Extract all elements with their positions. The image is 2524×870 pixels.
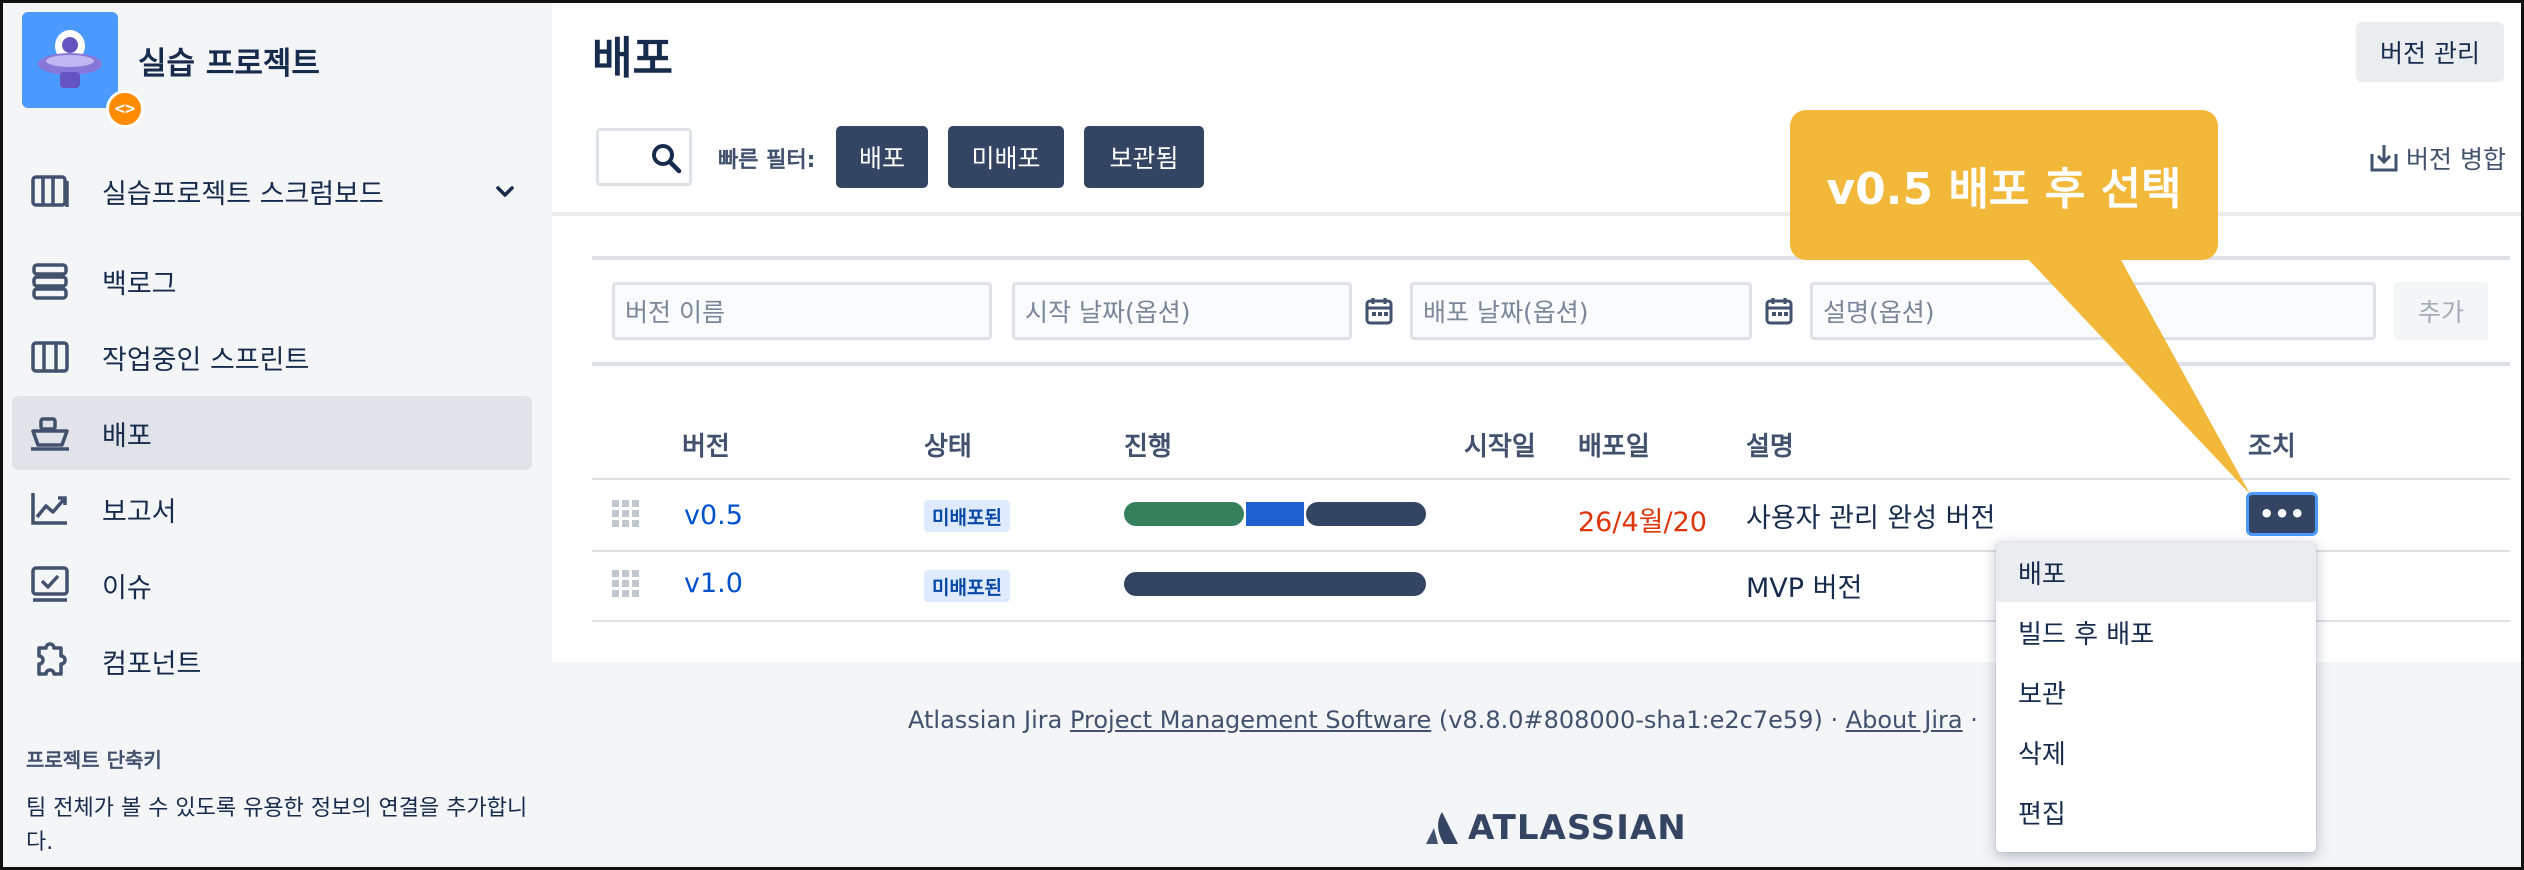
sidebar-item-label: 백로그 (102, 268, 177, 300)
progress-todo (1306, 502, 1426, 526)
search-icon (652, 144, 682, 174)
sidebar-item-issues[interactable]: 이슈 (12, 548, 532, 622)
footer-separator: · (1962, 706, 1978, 734)
page-title: 배포 (592, 33, 673, 84)
menu-item-archive[interactable]: 보관 (1996, 662, 2316, 722)
ufo-icon (38, 30, 102, 88)
calendar-icon[interactable] (1364, 296, 1394, 326)
sidebar-board-selector[interactable]: 실습프로젝트 스크럼보드 (12, 154, 532, 228)
more-actions-button[interactable]: ••• (2246, 492, 2318, 536)
about-jira-link[interactable]: About Jira (1846, 706, 1963, 734)
main-content: 배포 버전 관리 빠른 필터: 배포 미배포 보관됨 버전 병합 버전 이름 시… (552, 0, 2524, 870)
code-badge-icon: <> (106, 90, 144, 128)
filter-unreleased-button[interactable]: 미배포 (948, 126, 1064, 188)
sidebar: <> 실습 프로젝트 실습프로젝트 스크럼보드 백로그 작업중인 스프린트 배포… (0, 0, 552, 870)
calendar-icon[interactable] (1764, 296, 1794, 326)
sidebar-item-active-sprint[interactable]: 작업중인 스프린트 (12, 320, 532, 394)
chart-icon (28, 487, 72, 531)
atlassian-logo-icon (1426, 812, 1458, 844)
column-header-version: 버전 (682, 432, 730, 462)
menu-item-release[interactable]: 배포 (1996, 542, 2316, 602)
sidebar-item-label: 배포 (102, 420, 152, 452)
merge-versions-link[interactable]: 버전 병합 (2368, 140, 2506, 176)
filter-archived-button[interactable]: 보관됨 (1084, 126, 1204, 188)
description-input[interactable]: 설명(옵션) (1810, 282, 2376, 340)
footer-product-link[interactable]: Project Management Software (1070, 706, 1431, 734)
column-header-start-date: 시작일 (1464, 432, 1536, 462)
start-date-input[interactable]: 시작 날짜(옵션) (1012, 282, 1352, 340)
manage-versions-button[interactable]: 버전 관리 (2356, 22, 2504, 82)
project-name[interactable]: 실습 프로젝트 (138, 38, 320, 83)
footer-separator: · (1822, 706, 1846, 734)
puzzle-icon (28, 639, 72, 683)
sidebar-item-backlog[interactable]: 백로그 (12, 244, 532, 318)
sidebar-item-label: 작업중인 스프린트 (102, 344, 310, 376)
menu-item-edit[interactable]: 편집 (1996, 782, 2316, 842)
divider (592, 478, 2510, 480)
drag-handle-icon[interactable] (610, 568, 642, 600)
atlassian-wordmark: ATLASSIAN (1468, 808, 1687, 848)
ship-icon (28, 411, 72, 455)
atlassian-logo: ATLASSIAN (1424, 808, 1687, 848)
status-badge: 미배포된 (924, 570, 1010, 602)
sidebar-item-releases[interactable]: 배포 (12, 396, 532, 470)
actions-dropdown-menu: 배포 빌드 후 배포 보관 삭제 편집 (1996, 542, 2316, 852)
board-icon (28, 169, 72, 213)
column-header-status: 상태 (924, 432, 972, 462)
progress-todo (1124, 572, 1426, 596)
version-link[interactable]: v0.5 (684, 500, 743, 531)
sidebar-item-reports[interactable]: 보고서 (12, 472, 532, 546)
column-header-description: 설명 (1746, 432, 1794, 462)
divider (592, 362, 2510, 366)
footer-prefix: Atlassian Jira (908, 706, 1070, 734)
sidebar-board-label: 실습프로젝트 스크럼보드 (102, 178, 384, 210)
column-header-progress: 진행 (1124, 432, 1172, 462)
footer-version: (v8.8.0#808000-sha1:e2c7e59) (1431, 706, 1823, 734)
sidebar-item-label: 보고서 (102, 496, 177, 528)
version-description: 사용자 관리 완성 버전 (1746, 503, 1996, 534)
project-avatar[interactable]: <> (22, 12, 144, 128)
menu-item-build-and-release[interactable]: 빌드 후 배포 (1996, 602, 2316, 662)
backlog-icon (28, 259, 72, 303)
release-date-input[interactable]: 배포 날짜(옵션) (1410, 282, 1752, 340)
issues-icon (28, 563, 72, 607)
quick-filter-label: 빠른 필터: (718, 148, 816, 173)
divider (552, 212, 2524, 216)
chevron-down-icon (496, 186, 514, 197)
merge-icon (2370, 145, 2398, 172)
release-date: 26/4월/20 (1578, 507, 1707, 538)
filter-released-button[interactable]: 배포 (836, 126, 928, 188)
merge-label: 버전 병합 (2406, 145, 2506, 174)
sidebar-item-components[interactable]: 컴포넌트 (12, 624, 532, 698)
board-icon (28, 335, 72, 379)
footer-text: Atlassian Jira Project Management Softwa… (908, 706, 1978, 734)
version-name-input[interactable]: 버전 이름 (612, 282, 992, 340)
drag-handle-icon[interactable] (610, 498, 642, 530)
divider (592, 256, 2510, 260)
version-link[interactable]: v1.0 (684, 568, 743, 599)
callout-annotation: v0.5 배포 후 선택 (1790, 110, 2218, 260)
progress-done (1124, 502, 1244, 526)
menu-item-delete[interactable]: 삭제 (1996, 722, 2316, 782)
sidebar-item-label: 이슈 (102, 572, 152, 604)
column-header-actions: 조치 (2248, 432, 2296, 462)
shortcut-text: 팀 전체가 볼 수 있도록 유용한 정보의 연결을 추가합니다. (26, 796, 528, 855)
column-header-release-date: 배포일 (1578, 432, 1650, 462)
status-badge: 미배포된 (924, 500, 1010, 532)
add-button[interactable]: 추가 (2394, 282, 2488, 340)
search-input[interactable] (596, 128, 692, 186)
version-description: MVP 버전 (1746, 573, 1863, 604)
sidebar-item-label: 컴포넌트 (102, 648, 202, 680)
shortcut-title: 프로젝트 단축키 (26, 748, 162, 772)
progress-in-progress (1246, 502, 1304, 526)
